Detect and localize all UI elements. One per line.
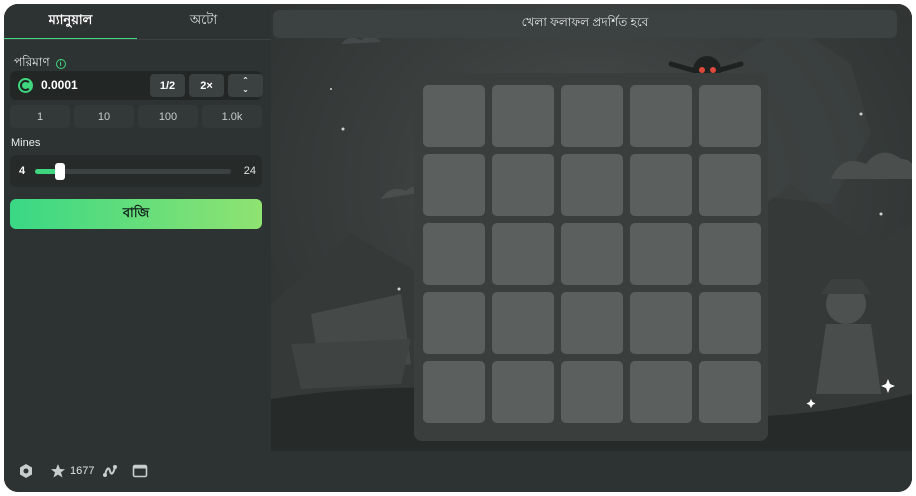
game-result-banner: খেলা ফলাফল প্রদর্শিত হবে xyxy=(273,10,897,38)
mine-tile[interactable] xyxy=(492,154,554,216)
mine-tile[interactable] xyxy=(630,223,692,285)
mines-label: Mines xyxy=(11,137,41,149)
bet-panel: ম্যানুয়াল অটো পরিমাণ i 0.0001 1/2 2× ⌃ … xyxy=(4,4,271,451)
double-amount-button[interactable]: 2× xyxy=(189,74,224,97)
mine-tile[interactable] xyxy=(699,154,761,216)
mines-slider[interactable] xyxy=(35,163,231,180)
coin-icon xyxy=(18,78,33,93)
mine-tile[interactable] xyxy=(699,223,761,285)
mines-max-value: 24 xyxy=(243,165,256,177)
mines-slider-handle[interactable] xyxy=(55,163,66,180)
mine-tile[interactable] xyxy=(561,154,623,216)
tab-manual[interactable]: ম্যানুয়াল xyxy=(4,4,137,39)
mine-tile[interactable] xyxy=(699,292,761,354)
mine-tile[interactable] xyxy=(699,85,761,147)
amount-input-row: 0.0001 1/2 2× ⌃ ⌄ xyxy=(10,71,263,100)
fairness-icon[interactable] xyxy=(102,463,118,479)
tab-divider xyxy=(4,39,271,40)
mine-tile[interactable] xyxy=(630,361,692,423)
chevron-down-icon[interactable]: ⌄ xyxy=(242,86,249,94)
half-amount-button[interactable]: 1/2 xyxy=(150,74,185,97)
settings-icon[interactable] xyxy=(18,463,34,479)
mine-tile[interactable] xyxy=(561,361,623,423)
app-window: ম্যানুয়াল অটো পরিমাণ i 0.0001 1/2 2× ⌃ … xyxy=(4,4,912,492)
mine-tile[interactable] xyxy=(423,85,485,147)
chevron-up-icon[interactable]: ⌃ xyxy=(242,77,249,85)
info-icon[interactable]: i xyxy=(55,59,66,69)
preset-button[interactable]: 1.0k xyxy=(202,105,262,128)
mine-tile[interactable] xyxy=(630,292,692,354)
amount-input[interactable]: 0.0001 xyxy=(41,78,78,92)
mine-tile[interactable] xyxy=(423,361,485,423)
bet-button[interactable]: বাজি xyxy=(10,199,262,229)
favorites-count: 1677 xyxy=(70,465,95,477)
preset-button[interactable]: 1 xyxy=(10,105,70,128)
mines-value: 4 xyxy=(19,165,26,177)
footer-bar: 1677 xyxy=(4,451,912,492)
preset-button[interactable]: 10 xyxy=(74,105,134,128)
mine-tile[interactable] xyxy=(561,292,623,354)
mine-tile[interactable] xyxy=(630,154,692,216)
mines-board xyxy=(414,73,768,441)
mine-tile[interactable] xyxy=(492,223,554,285)
mine-tile[interactable] xyxy=(423,223,485,285)
mine-tile[interactable] xyxy=(699,361,761,423)
game-area: খেলা ফলাফল প্রদর্শিত হবে xyxy=(271,4,912,451)
amount-presets: 1 10 100 1.0k xyxy=(10,105,262,128)
tab-auto[interactable]: অটো xyxy=(137,4,270,39)
mine-tile[interactable] xyxy=(492,85,554,147)
mine-tile[interactable] xyxy=(630,85,692,147)
tile-grid xyxy=(423,85,761,423)
mines-slider-row: 4 24 xyxy=(10,155,262,187)
mine-tile[interactable] xyxy=(492,292,554,354)
mine-tile[interactable] xyxy=(492,361,554,423)
window-icon[interactable] xyxy=(132,463,148,479)
amount-stepper-button[interactable]: ⌃ ⌄ xyxy=(228,74,263,97)
mode-tabs: ম্যানুয়াল অটো xyxy=(4,4,271,40)
preset-button[interactable]: 100 xyxy=(138,105,198,128)
star-icon[interactable] xyxy=(50,463,66,479)
mine-tile[interactable] xyxy=(423,292,485,354)
mine-tile[interactable] xyxy=(423,154,485,216)
mine-tile[interactable] xyxy=(561,223,623,285)
mine-tile[interactable] xyxy=(561,85,623,147)
